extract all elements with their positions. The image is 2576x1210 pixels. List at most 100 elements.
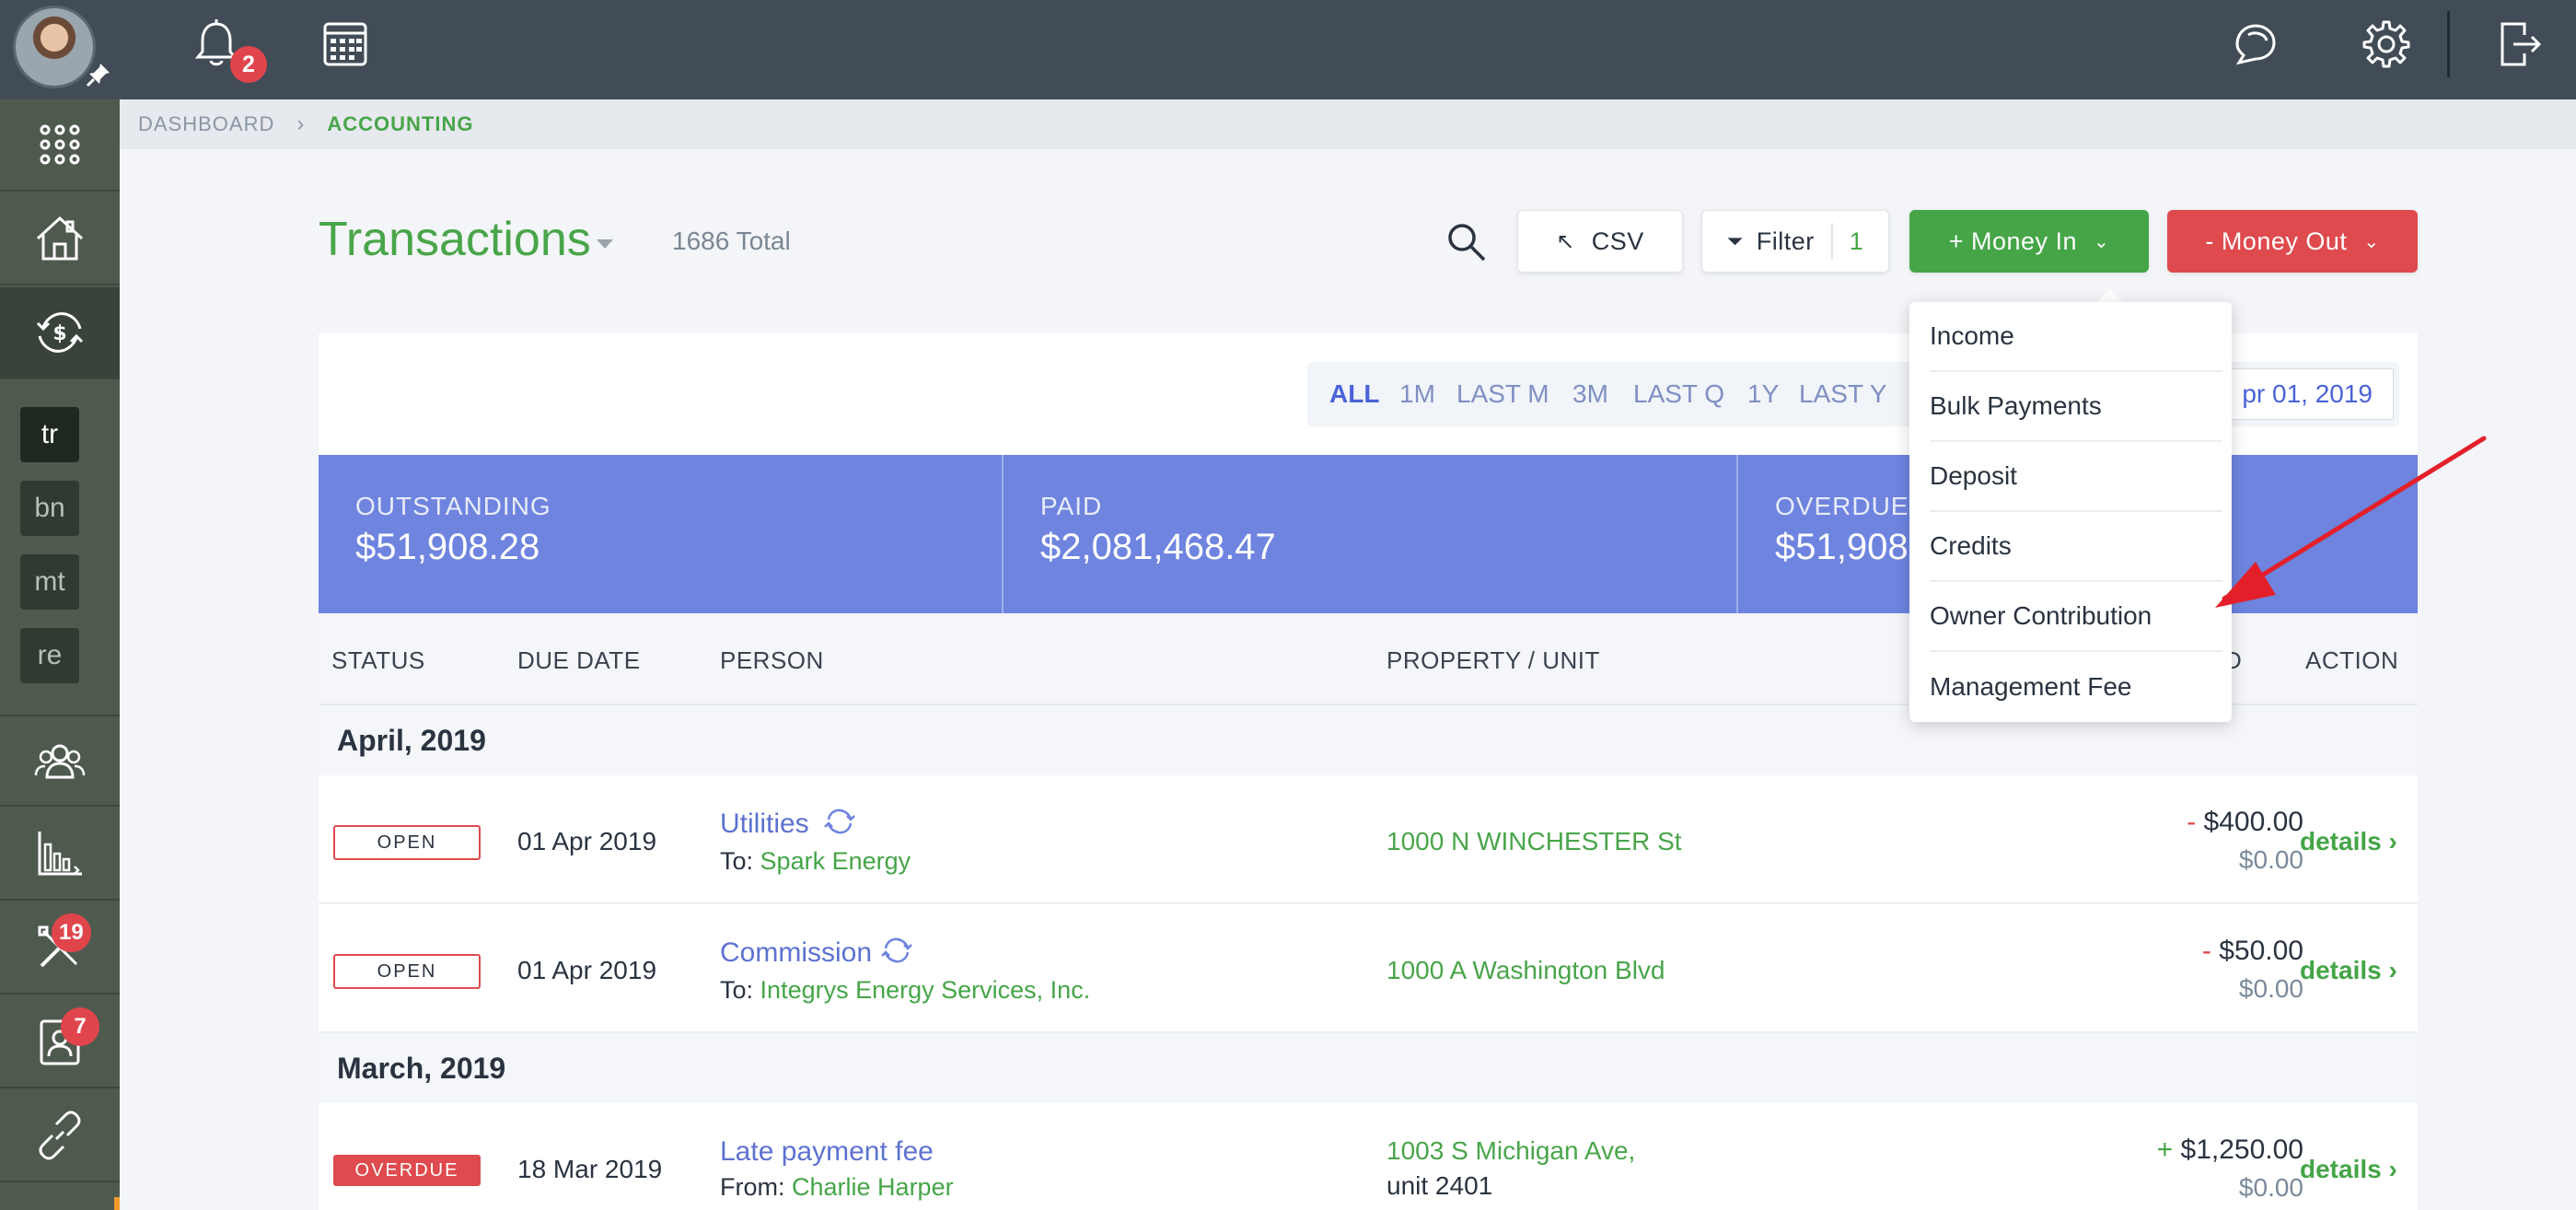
sidebar-tag-bn[interactable]: bn — [20, 481, 79, 536]
table-row[interactable]: OPEN 01 Apr 2019 Commission To: Integrys… — [319, 904, 2418, 1033]
party-name[interactable]: Charlie Harper — [792, 1173, 954, 1201]
period-all[interactable]: ALL — [1329, 379, 1379, 409]
page-title[interactable]: Transactions — [319, 212, 591, 267]
transaction-party: From: Charlie Harper — [720, 1173, 954, 1202]
export-arrow-icon: ↖ — [1556, 228, 1575, 254]
chevron-down-icon: ⌄ — [2094, 231, 2110, 252]
details-link[interactable]: details › — [2300, 956, 2397, 985]
party-direction: To: — [720, 847, 754, 875]
sidebar-accent-strip — [114, 1197, 120, 1210]
period-1y[interactable]: 1Y — [1747, 379, 1779, 409]
stat-outstanding[interactable]: OUTSTANDING $51,908.28 — [319, 455, 1004, 613]
bar-chart-icon — [38, 832, 82, 876]
calendar-icon[interactable] — [318, 17, 373, 72]
property-unit: unit 2401 — [1387, 1171, 1493, 1200]
period-last-q[interactable]: LAST Q — [1633, 379, 1724, 409]
menu-item-income[interactable]: Income — [1930, 302, 2222, 372]
sidebar-tag-re[interactable]: re — [20, 628, 79, 683]
chat-icon[interactable] — [2228, 17, 2283, 72]
gear-icon[interactable] — [2359, 17, 2414, 72]
svg-text:$: $ — [52, 322, 66, 345]
party-name[interactable]: Spark Energy — [760, 847, 911, 875]
maintenance-badge: 19 — [52, 913, 91, 952]
due-date: 01 Apr 2019 — [517, 956, 657, 984]
header-person[interactable]: PERSON — [720, 646, 824, 675]
table-row[interactable]: OVERDUE 18 Mar 2019 Late payment fee Fro… — [319, 1103, 2418, 1210]
stat-value: $51,908 — [1775, 527, 1909, 567]
due-date: 01 Apr 2019 — [517, 827, 657, 855]
transaction-title[interactable]: Utilities — [720, 809, 809, 840]
csv-label: CSV — [1591, 227, 1644, 255]
sidebar-item-apps[interactable] — [0, 99, 120, 192]
stat-paid[interactable]: PAID $2,081,468.47 — [1004, 455, 1738, 613]
stat-value: $2,081,468.47 — [1040, 527, 1276, 567]
amount: - $50.00 — [2202, 936, 2303, 967]
total-count: 1686 Total — [672, 227, 791, 255]
caret-down-icon[interactable] — [597, 239, 613, 249]
party-name[interactable]: Integrys Energy Services, Inc. — [760, 976, 1091, 1004]
csv-button[interactable]: ↖ CSV — [1517, 210, 1683, 273]
filter-count: 1 — [1849, 227, 1864, 255]
money-in-button[interactable]: + Money In ⌄ — [1909, 210, 2149, 273]
group-label: March, 2019 — [337, 1052, 506, 1085]
period-1m[interactable]: 1M — [1399, 379, 1435, 409]
amount: + $1,250.00 — [2157, 1134, 2303, 1166]
header-status[interactable]: STATUS — [331, 646, 425, 675]
user-avatar[interactable] — [13, 6, 96, 88]
status-badge: OPEN — [333, 825, 481, 860]
sidebar-item-properties[interactable] — [0, 193, 120, 285]
chevron-right-icon: › — [2388, 1155, 2397, 1183]
property-link[interactable]: 1000 A Washington Blvd — [1387, 956, 1665, 985]
property-link[interactable]: 1000 N WINCHESTER St — [1387, 827, 1682, 856]
group-header: March, 2019 — [319, 1033, 2418, 1103]
amount-value: $1,250.00 — [2180, 1134, 2303, 1165]
transaction-party: To: Spark Energy — [720, 847, 911, 876]
filter-label: Filter — [1756, 227, 1815, 255]
sidebar-tag-mt[interactable]: mt — [20, 554, 79, 610]
table-row[interactable]: OPEN 01 Apr 2019 Utilities To: Spark Ene… — [319, 775, 2418, 904]
sidebar-item-tenants[interactable] — [0, 996, 120, 1088]
sidebar-item-accounting[interactable]: $ — [0, 287, 120, 379]
sidebar-item-reports[interactable] — [0, 809, 120, 901]
transaction-title[interactable]: Commission — [720, 937, 872, 969]
header-due-date[interactable]: DUE DATE — [517, 646, 641, 675]
money-in-label: + Money In — [1948, 227, 2078, 255]
sidebar-item-people[interactable] — [0, 715, 120, 807]
period-last-m[interactable]: LAST M — [1456, 379, 1549, 409]
sidebar-item-links[interactable] — [0, 1090, 120, 1182]
money-cycle-icon: $ — [36, 312, 84, 353]
stat-value: $51,908.28 — [355, 527, 540, 567]
recurring-icon — [824, 809, 855, 834]
sidebar-tag-tr[interactable]: tr — [20, 407, 79, 462]
menu-item-management-fee[interactable]: Management Fee — [1930, 652, 2222, 722]
filter-button[interactable]: ⏷ Filter 1 — [1701, 210, 1889, 273]
breadcrumb-accounting[interactable]: ACCOUNTING — [327, 112, 473, 136]
apps-grid-icon — [40, 124, 80, 165]
status-badge: OPEN — [333, 954, 481, 989]
transaction-party: To: Integrys Energy Services, Inc. — [720, 976, 1090, 1005]
transaction-title[interactable]: Late payment fee — [720, 1136, 934, 1168]
chevron-down-icon: ⌄ — [2363, 231, 2380, 252]
period-last-y[interactable]: LAST Y — [1799, 379, 1886, 409]
funnel-icon: ⏷ — [1726, 229, 1744, 252]
tenants-badge: 7 — [61, 1007, 99, 1046]
details-label: details — [2300, 1155, 2382, 1183]
period-3m[interactable]: 3M — [1572, 379, 1608, 409]
topbar-separator — [2447, 11, 2450, 77]
stat-label: OVERDUE — [1775, 492, 1909, 520]
breadcrumb: DASHBOARD › ACCOUNTING — [120, 99, 2576, 149]
people-icon — [34, 744, 86, 779]
amount-sign: - — [2187, 807, 2197, 837]
due-date: 18 Mar 2019 — [517, 1155, 663, 1183]
details-link[interactable]: details › — [2300, 827, 2397, 856]
details-link[interactable]: details › — [2300, 1155, 2397, 1184]
property-link[interactable]: 1003 S Michigan Ave, — [1387, 1136, 1635, 1166]
search-icon[interactable] — [1444, 219, 1490, 265]
money-out-button[interactable]: - Money Out ⌄ — [2167, 210, 2418, 273]
details-label: details — [2300, 956, 2382, 984]
pin-icon[interactable] — [85, 61, 112, 88]
header-property[interactable]: PROPERTY / UNIT — [1387, 646, 1600, 675]
logout-icon[interactable] — [2491, 17, 2547, 72]
breadcrumb-dashboard[interactable]: DASHBOARD — [138, 112, 274, 136]
stat-label: PAID — [1040, 492, 1103, 520]
